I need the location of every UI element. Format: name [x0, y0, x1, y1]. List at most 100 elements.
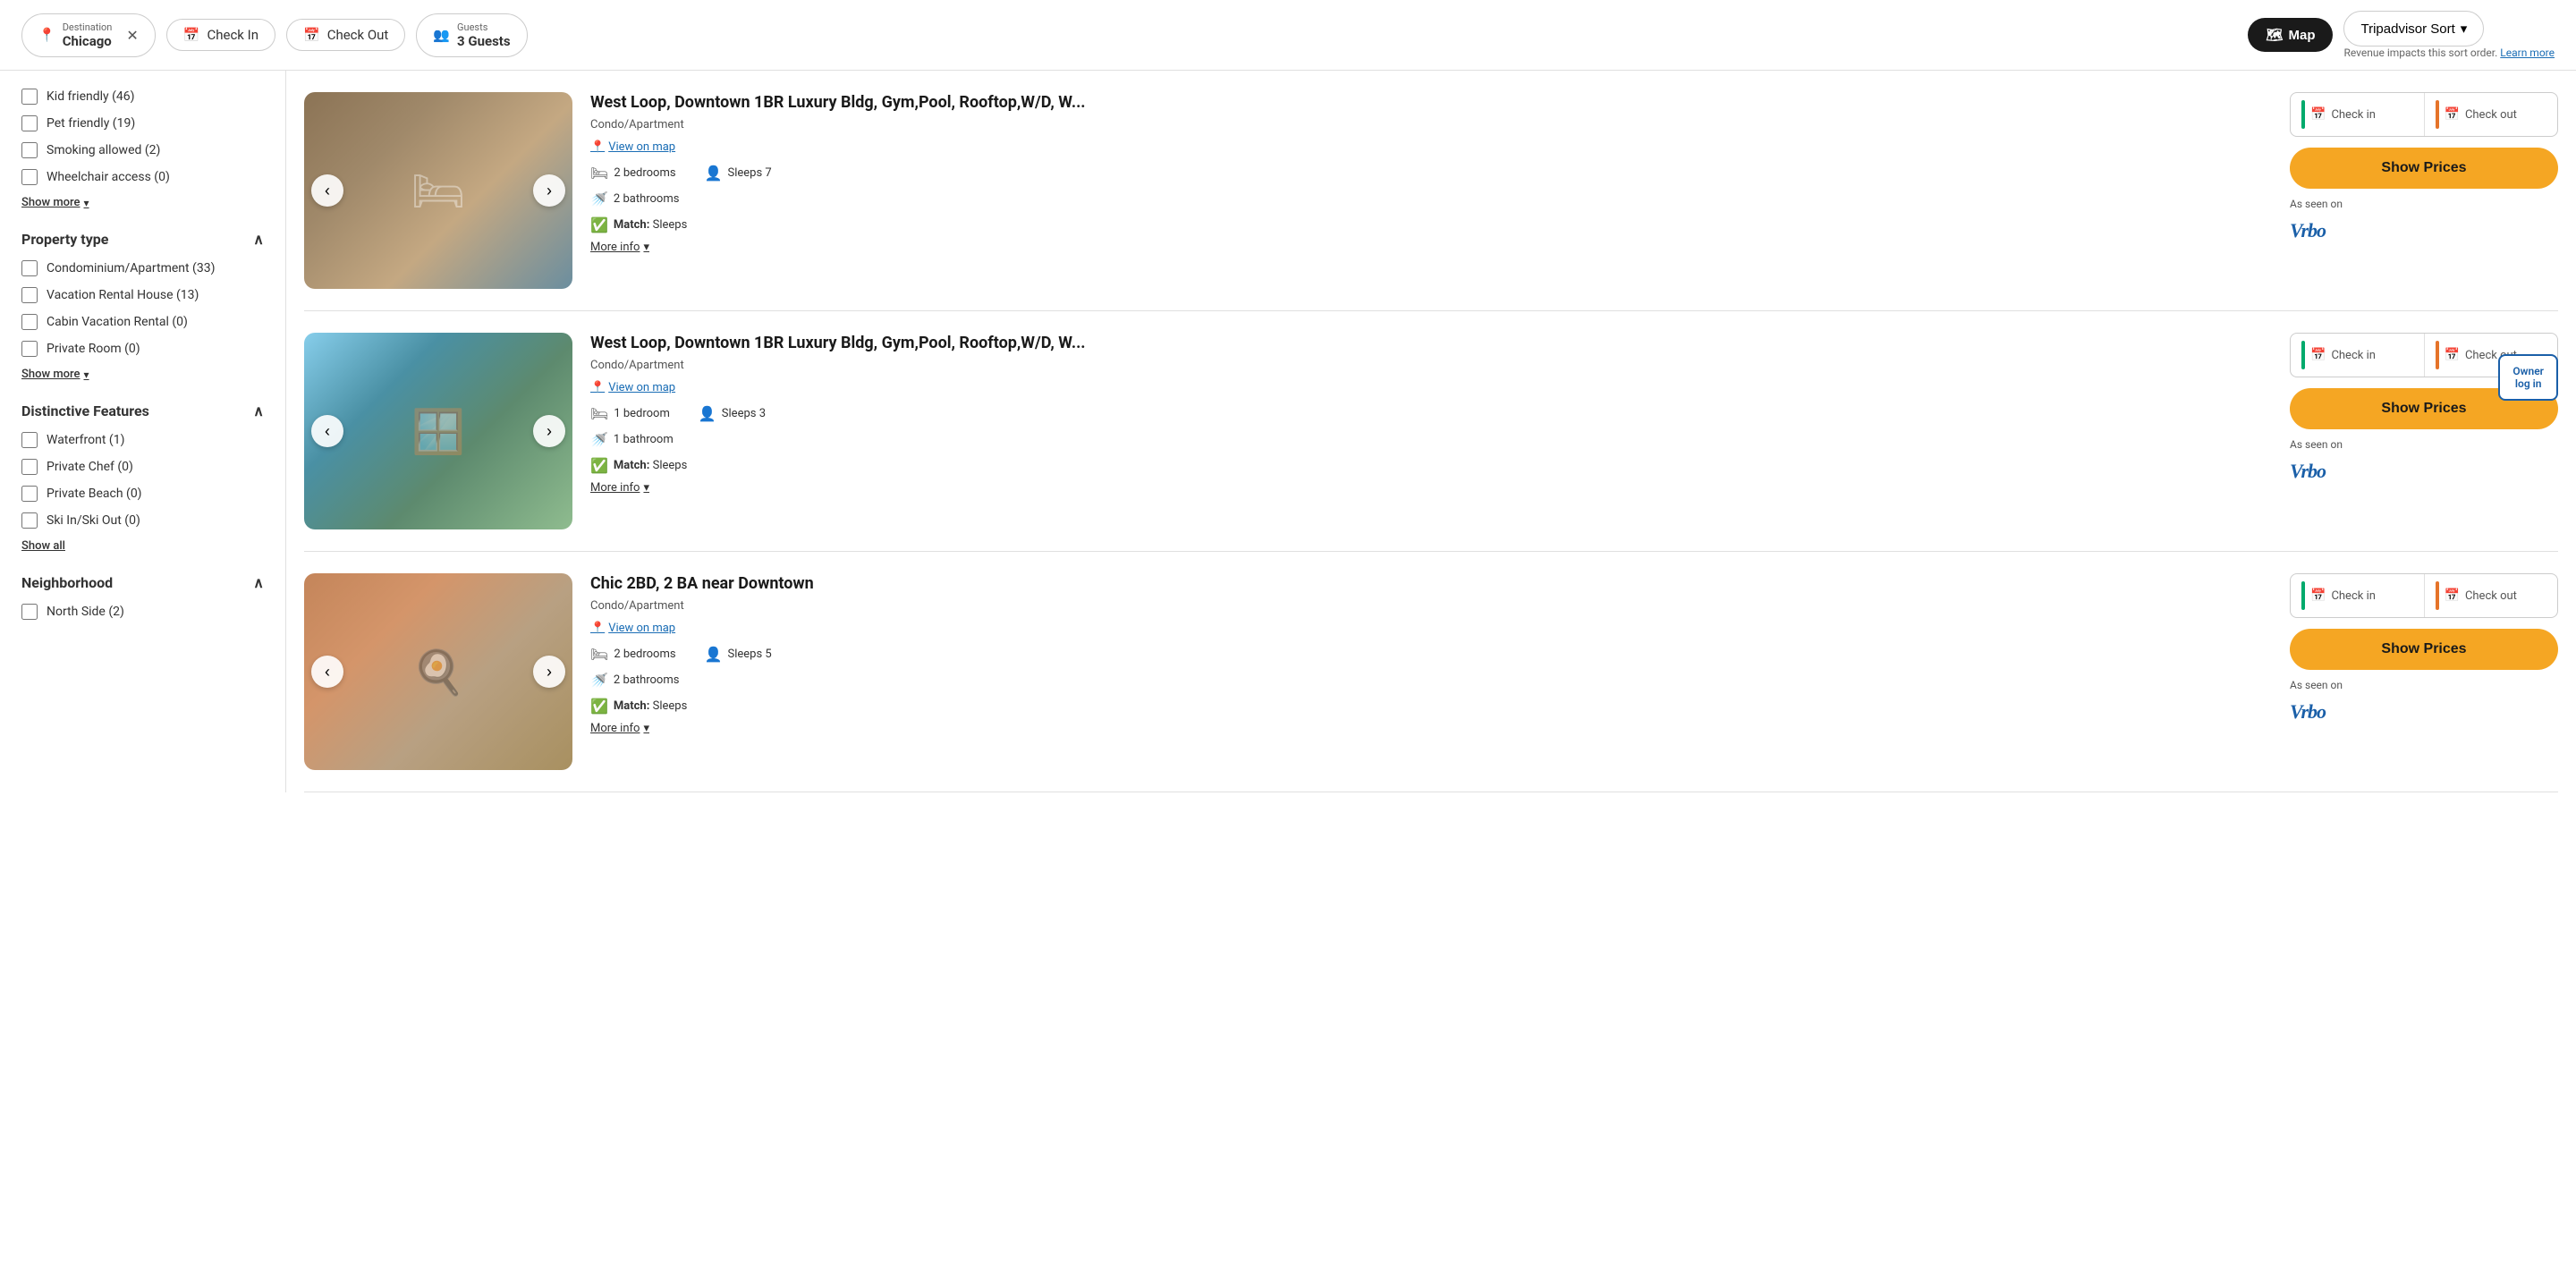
wheelchair-label: Wheelchair access (0) — [47, 170, 170, 184]
chevron-down-icon-4: ▾ — [643, 481, 649, 495]
image-next-button[interactable]: › — [533, 174, 565, 207]
show-more-accessibility[interactable]: Show more ▾ — [21, 196, 264, 209]
image-prev-button[interactable]: ‹ — [311, 174, 343, 207]
view-on-map-link[interactable]: 📍 View on map — [590, 140, 2272, 154]
person-icon: 👤 — [705, 646, 723, 663]
ski-checkbox[interactable] — [21, 512, 38, 529]
chevron-down-icon-3: ▾ — [643, 241, 649, 254]
bath-icon: 🚿 — [590, 672, 608, 689]
pet-friendly-checkbox[interactable] — [21, 115, 38, 131]
smoking-allowed-checkbox[interactable] — [21, 142, 38, 158]
as-seen-on: As seen on — [2290, 198, 2558, 210]
private-beach-label: Private Beach (0) — [47, 487, 142, 501]
private-room-checkbox[interactable] — [21, 341, 38, 357]
destination-pill[interactable]: 📍 Destination Chicago ✕ — [21, 13, 156, 57]
image-next-button[interactable]: › — [533, 415, 565, 447]
show-prices-button[interactable]: Show Prices — [2290, 629, 2558, 670]
bed-icon: 🛏 — [590, 646, 608, 663]
image-prev-button[interactable]: ‹ — [311, 656, 343, 688]
checkout-placeholder: Check out — [2465, 108, 2517, 122]
cabin-checkbox[interactable] — [21, 314, 38, 330]
checkout-field[interactable]: 📅 Check out — [2425, 93, 2558, 136]
vacation-house-label: Vacation Rental House (13) — [47, 288, 199, 302]
checkin-accent — [2301, 341, 2305, 369]
as-seen-on: As seen on — [2290, 679, 2558, 691]
private-chef-label: Private Chef (0) — [47, 460, 133, 474]
show-all-distinctive[interactable]: Show all — [21, 539, 264, 553]
map-pin-icon: 📍 — [590, 381, 605, 394]
show-more-property[interactable]: Show more ▾ — [21, 368, 264, 381]
checkin-field[interactable]: 📅 Check in — [2291, 93, 2425, 136]
listing-details-2: 🚿 2 bathrooms — [590, 190, 2272, 207]
image-next-button[interactable]: › — [533, 656, 565, 688]
show-prices-button[interactable]: Show Prices — [2290, 148, 2558, 189]
wheelchair-checkbox[interactable] — [21, 169, 38, 185]
waterfront-checkbox[interactable] — [21, 432, 38, 448]
checkin-label: Check In — [207, 27, 258, 43]
learn-more-link[interactable]: Learn more — [2500, 47, 2555, 59]
listing-details-2: 🚿 2 bathrooms — [590, 672, 2272, 689]
sort-button[interactable]: Tripadvisor Sort ▾ — [2343, 11, 2484, 47]
listing-info: Chic 2BD, 2 BA near Downtown Condo/Apart… — [590, 573, 2272, 770]
checkout-field[interactable]: 📅 Check out — [2425, 574, 2558, 617]
destination-label: Destination — [63, 21, 113, 33]
pricing-panel: 📅 Check in 📅 Check out Show Prices As se… — [2290, 92, 2558, 289]
map-button[interactable]: 🗺 Map — [2248, 18, 2333, 52]
kid-friendly-checkbox[interactable] — [21, 89, 38, 105]
checkout-accent — [2436, 341, 2439, 369]
destination-value: Chicago — [63, 33, 113, 49]
guests-icon: 👥 — [433, 27, 450, 43]
listing-image: 🛏 ‹ › — [304, 92, 572, 289]
date-inputs: 📅 Check in 📅 Check out — [2290, 92, 2558, 137]
condo-apartment-checkbox[interactable] — [21, 260, 38, 276]
owner-login-button[interactable]: Ownerlog in — [2498, 354, 2558, 401]
checkout-placeholder: Check out — [2465, 589, 2517, 603]
bed-icon: 🛏 — [590, 165, 608, 182]
distinctive-features-header[interactable]: Distinctive Features ∧ — [21, 402, 264, 419]
guests-pill[interactable]: 👥 Guests 3 Guests — [416, 13, 527, 57]
listing-image: 🪟 ‹ › — [304, 333, 572, 529]
bathrooms-detail: 🚿 1 bathroom — [590, 431, 674, 448]
property-type-header[interactable]: Property type ∧ — [21, 231, 264, 248]
pricing-panel: 📅 Check in 📅 Check out Show Prices As se… — [2290, 573, 2558, 770]
more-info-button[interactable]: More info ▾ — [590, 241, 2272, 254]
chevron-down-icon: ▾ — [84, 197, 89, 209]
private-beach-checkbox[interactable] — [21, 486, 38, 502]
chevron-up-icon-2: ∧ — [253, 402, 264, 419]
listing-info: West Loop, Downtown 1BR Luxury Bldg, Gym… — [590, 92, 2272, 289]
main-content: Kid friendly (46) Pet friendly (19) Smok… — [0, 71, 2576, 792]
vacation-house-checkbox[interactable] — [21, 287, 38, 303]
sleeps-detail: 👤 Sleeps 7 — [705, 165, 772, 182]
vrbo-logo: Vrbo — [2290, 219, 2558, 242]
more-info-button[interactable]: More info ▾ — [590, 722, 2272, 735]
image-prev-button[interactable]: ‹ — [311, 415, 343, 447]
bath-icon: 🚿 — [590, 190, 608, 207]
property-type-section: Property type ∧ Condominium/Apartment (3… — [21, 231, 264, 381]
checkin-field[interactable]: 📅 Check in — [2291, 334, 2425, 377]
bed-icon: 🛏 — [590, 405, 608, 422]
neighborhood-header[interactable]: Neighborhood ∧ — [21, 574, 264, 591]
date-inputs: 📅 Check in 📅 Check out — [2290, 573, 2558, 618]
more-info-button[interactable]: More info ▾ — [590, 481, 2272, 495]
clear-destination-button[interactable]: ✕ — [126, 27, 138, 44]
view-on-map-link[interactable]: 📍 View on map — [590, 381, 2272, 394]
map-pin-icon: 📍 — [590, 622, 605, 635]
chevron-down-icon: ▾ — [2461, 21, 2468, 37]
sidebar: Kid friendly (46) Pet friendly (19) Smok… — [0, 71, 286, 792]
checkin-field[interactable]: 📅 Check in — [2291, 574, 2425, 617]
checkout-pill[interactable]: 📅 Check Out — [286, 19, 405, 51]
header-right: 🗺 Map Tripadvisor Sort ▾ Revenue impacts… — [2248, 11, 2555, 59]
listing-image: 🍳 ‹ › — [304, 573, 572, 770]
listing-details: 🛏 1 bedroom 👤 Sleeps 3 — [590, 405, 2272, 422]
check-icon: ✅ — [590, 698, 608, 715]
listing-details: 🛏 2 bedrooms 👤 Sleeps 7 — [590, 165, 2272, 182]
smoking-allowed-label: Smoking allowed (2) — [47, 143, 160, 157]
listing-title: Chic 2BD, 2 BA near Downtown — [590, 573, 2272, 594]
north-side-checkbox[interactable] — [21, 604, 38, 620]
private-chef-checkbox[interactable] — [21, 459, 38, 475]
checkin-pill[interactable]: 📅 Check In — [166, 19, 275, 51]
match-badge: ✅ Match: Sleeps — [590, 457, 2272, 474]
view-on-map-link[interactable]: 📍 View on map — [590, 622, 2272, 635]
chevron-up-icon: ∧ — [253, 231, 264, 248]
private-room-label: Private Room (0) — [47, 342, 140, 356]
